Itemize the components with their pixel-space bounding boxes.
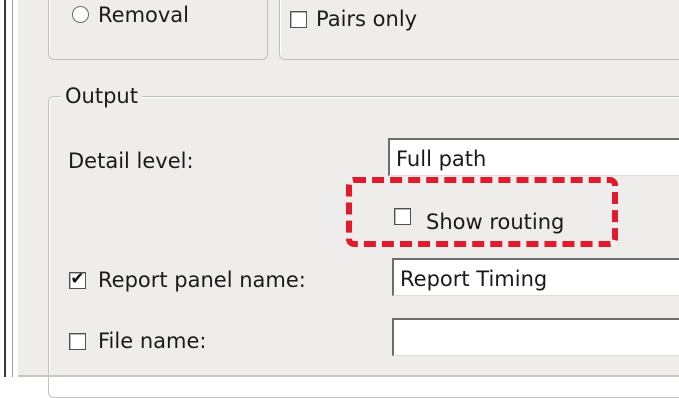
detail-level-dropdown[interactable]: Full path	[388, 138, 679, 176]
report-panel-name-label: Report panel name:	[98, 268, 306, 292]
file-name-field[interactable]	[392, 318, 679, 356]
window-left-border-inner	[12, 0, 13, 377]
detail-level-label: Detail level:	[68, 149, 194, 173]
report-panel-name-field[interactable]: Report Timing	[392, 258, 679, 296]
report-panel-name-checkbox[interactable]: ✔	[69, 269, 86, 289]
show-routing-highlight	[346, 177, 618, 247]
report-panel-name-check-mark: ✔	[70, 269, 85, 289]
dialog-panel: Removal Pairs only Output Detail level: …	[18, 0, 679, 398]
output-group-title: Output	[61, 84, 142, 108]
file-name-label: File name:	[98, 329, 207, 353]
pairs-only-checkbox[interactable]	[290, 11, 307, 28]
removal-radio-label: Removal	[98, 3, 190, 27]
removal-radio[interactable]	[72, 6, 89, 23]
pairs-only-label: Pairs only	[316, 7, 418, 31]
file-name-checkbox[interactable]	[69, 333, 86, 350]
window-left-border	[4, 0, 6, 377]
